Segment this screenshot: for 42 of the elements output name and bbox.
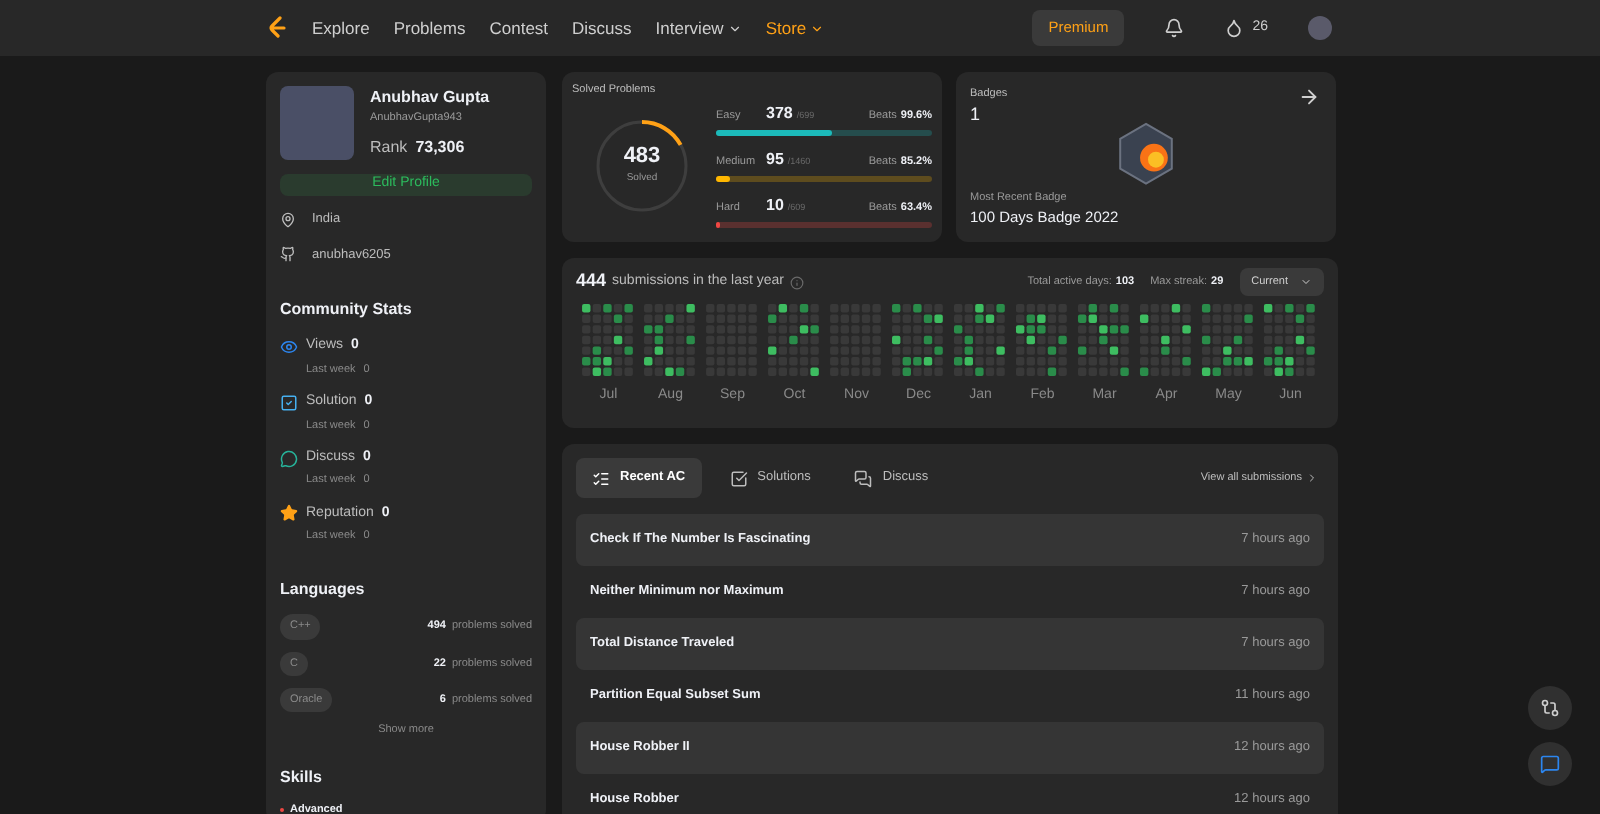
user-name: Anubhav Gupta: [370, 86, 490, 110]
star-icon: [280, 504, 298, 523]
section-title: Skills: [280, 766, 324, 791]
location-pin-icon: [280, 211, 296, 228]
chat-icon: [280, 449, 298, 467]
chevron-right-icon: [1306, 472, 1318, 484]
logo-icon[interactable]: [268, 16, 288, 40]
nav-link[interactable]: Interview: [655, 15, 742, 41]
solved-total: 483: [623, 145, 661, 167]
github-icon: [280, 246, 296, 263]
hexagon-badge-icon: [1116, 121, 1176, 185]
checkbox-icon: [280, 393, 298, 412]
rank-value: 73,306: [415, 136, 465, 161]
difficulty-count: 10: [766, 194, 784, 219]
chat-icon: [854, 469, 873, 487]
badge-count: 1: [970, 102, 981, 129]
drop-icon[interactable]: [1224, 18, 1245, 38]
caret-icon: [810, 21, 825, 35]
nav-link[interactable]: Contest: [489, 15, 549, 41]
checkbox-icon: [729, 469, 748, 487]
section-title: Languages: [280, 578, 367, 603]
submission-count: 444: [576, 268, 607, 295]
photo-placeholder: [280, 86, 354, 160]
arrow-right-icon[interactable]: [1298, 86, 1320, 108]
nav-link[interactable]: Problems: [393, 15, 466, 41]
chat-button[interactable]: [1528, 742, 1572, 786]
rank-label: Rank: [370, 136, 408, 161]
compare-icon: [1540, 698, 1560, 718]
chat-icon: [1540, 754, 1560, 774]
bell-icon[interactable]: [1164, 18, 1185, 38]
nav-link[interactable]: Discuss: [572, 15, 632, 41]
list-icon: [592, 469, 610, 487]
eye-icon: [280, 338, 298, 356]
nav-link[interactable]: Store: [765, 15, 825, 41]
info-icon[interactable]: [790, 275, 805, 290]
caret-icon: [1300, 276, 1312, 289]
caret-icon: [727, 21, 742, 35]
section-title: Community Stats: [280, 298, 414, 323]
nav-link[interactable]: Explore: [312, 15, 370, 41]
compare-button[interactable]: [1528, 686, 1572, 730]
difficulty-count: 95: [766, 148, 784, 173]
difficulty-count: 378: [766, 102, 793, 127]
